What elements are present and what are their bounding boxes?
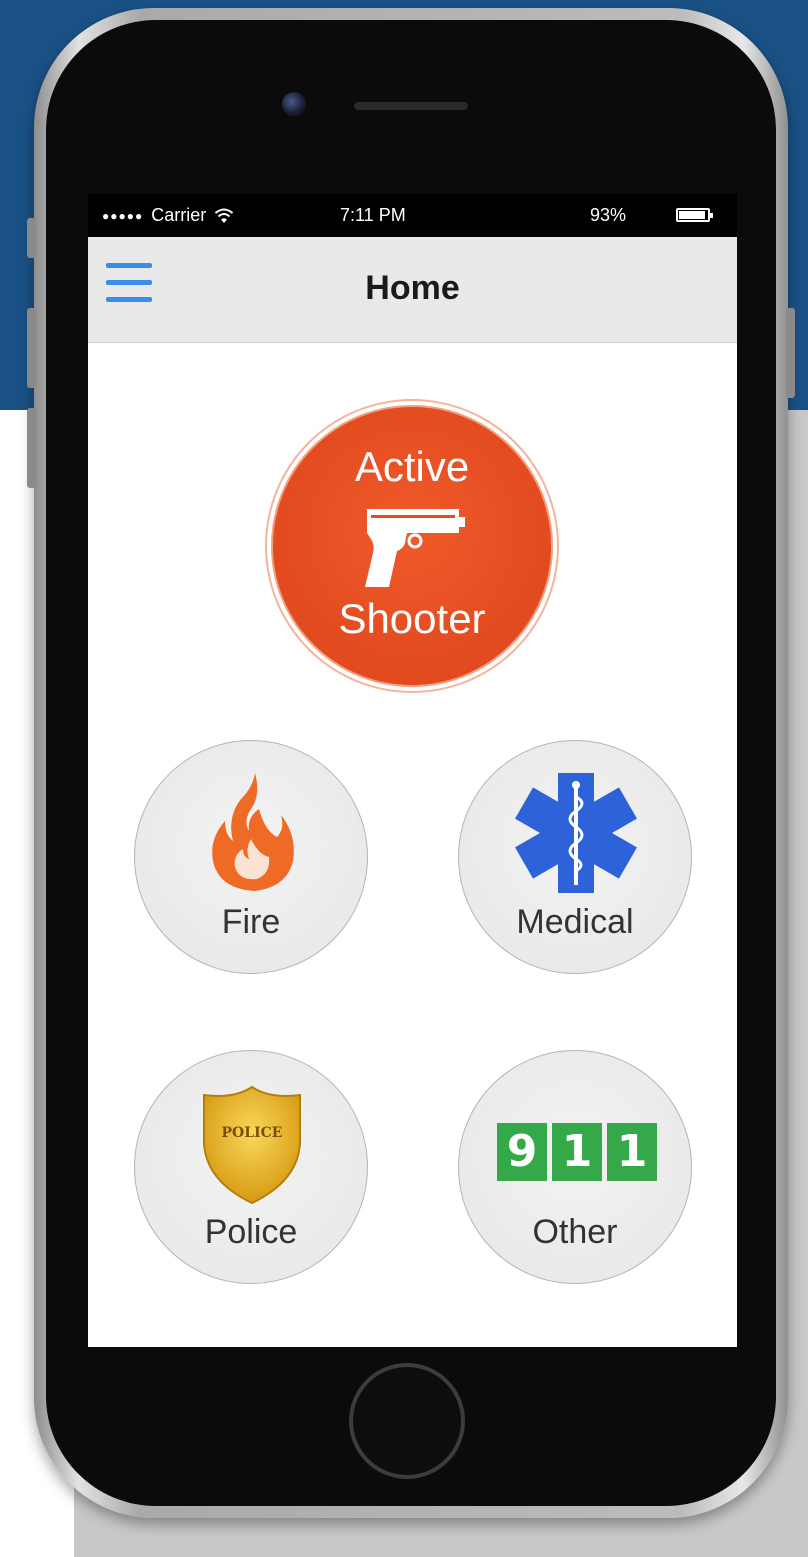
flame-icon	[212, 773, 294, 891]
volume-down-button	[27, 408, 36, 488]
page-title: Home	[365, 269, 460, 307]
police-badge-text: POLICE	[222, 1125, 283, 1141]
earpiece-speaker	[354, 102, 468, 110]
police-label: Police	[204, 1213, 298, 1251]
status-bar: ●●●●● Carrier 7:11 PM 93%	[88, 194, 737, 237]
battery-percentage: 93%	[590, 205, 627, 225]
active-shooter-label-line1: Active	[354, 443, 470, 490]
police-button[interactable]: POLICE Police	[134, 1050, 368, 1284]
status-time: 7:11 PM	[340, 205, 406, 225]
fire-label: Fire	[221, 903, 281, 941]
handgun-icon	[365, 509, 465, 587]
navigation-bar: Home	[88, 237, 737, 343]
power-button	[786, 308, 795, 398]
911-digit-3: 1	[607, 1123, 657, 1181]
app-screen: ●●●●● Carrier 7:11 PM 93% Home Active Sh…	[88, 194, 737, 1347]
carrier-name: Carrier	[151, 205, 207, 225]
volume-up-button	[27, 308, 36, 388]
active-shooter-label-line2: Shooter	[338, 595, 486, 642]
mute-switch	[27, 218, 36, 258]
front-camera	[282, 92, 306, 116]
wifi-icon	[215, 208, 234, 223]
police-badge-icon: POLICE	[203, 1085, 301, 1205]
medical-label: Medical	[516, 903, 634, 941]
signal-strength: ●●●●●	[102, 208, 144, 223]
fire-button[interactable]: Fire	[134, 740, 368, 974]
911-digit-1: 9	[497, 1123, 547, 1181]
home-button[interactable]	[349, 1363, 465, 1479]
carrier-info: ●●●●● Carrier	[102, 205, 234, 226]
medical-button[interactable]: Medical	[458, 740, 692, 974]
star-of-life-icon	[515, 773, 637, 893]
911-digit-2: 1	[552, 1123, 602, 1181]
active-shooter-button[interactable]: Active Shooter	[271, 405, 553, 687]
other-button[interactable]: 9 1 1 Other	[458, 1050, 692, 1284]
other-label: Other	[532, 1213, 618, 1251]
battery-icon	[676, 208, 713, 222]
911-icon: 9 1 1	[497, 1123, 657, 1181]
